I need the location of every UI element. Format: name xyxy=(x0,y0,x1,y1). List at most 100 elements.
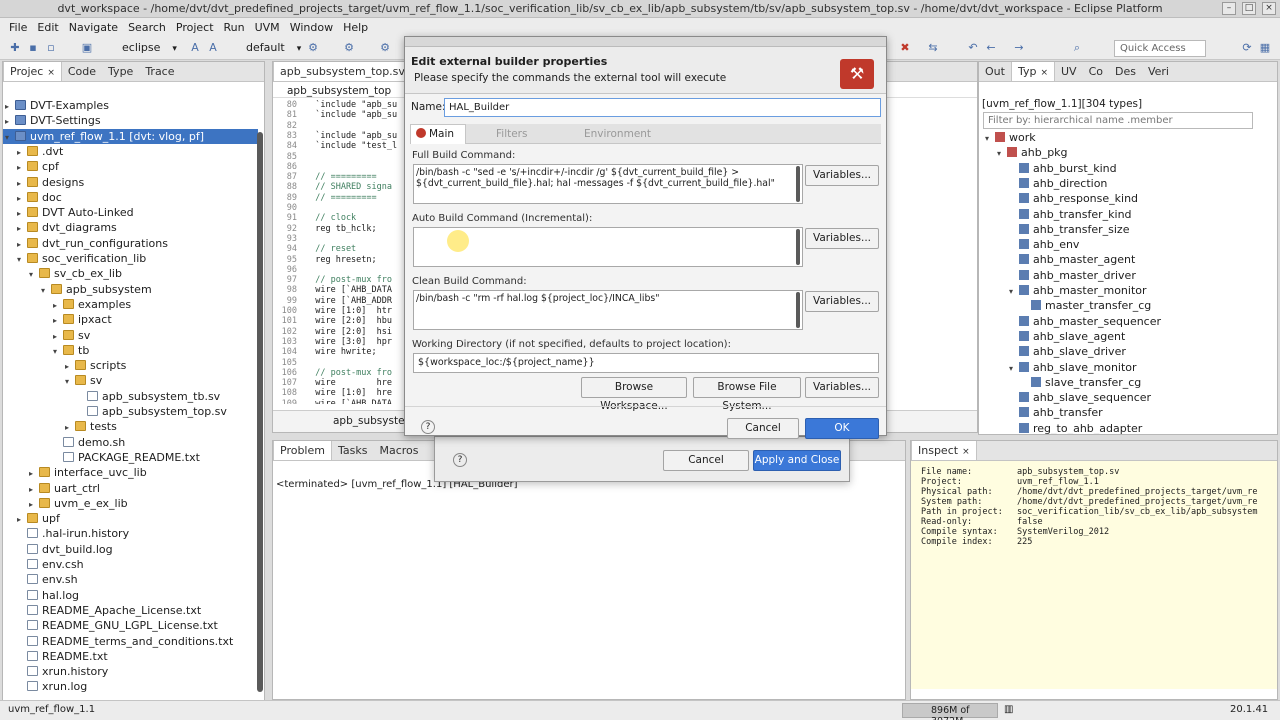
code-line[interactable]: 81 `include "apb_su xyxy=(273,110,397,120)
new-icon[interactable]: ✚ xyxy=(8,41,22,55)
type-tree-item[interactable]: ▾ work xyxy=(985,130,1036,145)
code-line[interactable]: 88 // SHARED signa xyxy=(273,182,392,192)
close-icon[interactable]: × xyxy=(1262,2,1276,15)
code-line[interactable]: 84 `include "test_l xyxy=(273,141,397,151)
working-dir-input[interactable]: ${workspace_loc:/${project_name}} xyxy=(413,353,879,373)
code-line[interactable]: 98 wire [`AHB_DATA xyxy=(273,285,392,295)
menu-edit[interactable]: Edit xyxy=(32,21,63,34)
memory-bar[interactable]: 896M of 3072M xyxy=(902,703,998,720)
project-tree-item[interactable]: xrun.history xyxy=(17,664,108,679)
types-filter-input[interactable]: Filter by: hierarchical name .member xyxy=(983,112,1253,129)
code-line[interactable]: 104 wire hwrite; xyxy=(273,347,377,357)
code-line[interactable]: 99 wire [`AHB_ADDR xyxy=(273,296,392,306)
tab-tasks[interactable]: Tasks xyxy=(332,441,373,460)
scrollbar[interactable] xyxy=(257,132,263,692)
code-line[interactable]: 107 wire hre xyxy=(273,378,392,388)
terminal-icon[interactable]: ▣ xyxy=(80,41,94,55)
project-tree-item[interactable]: ▸ uart_ctrl xyxy=(29,481,100,496)
full-build-variables-button[interactable]: Variables... xyxy=(805,165,879,186)
type-tree-item[interactable]: ahb_master_agent xyxy=(1009,252,1135,267)
code-line[interactable]: 85 xyxy=(273,152,305,162)
code-line[interactable]: 94 // reset xyxy=(273,244,356,254)
project-tree-item[interactable]: apb_subsystem_top.sv xyxy=(77,404,227,419)
project-tree-item[interactable]: ▸ .dvt xyxy=(17,144,63,159)
code-line[interactable]: 93 xyxy=(273,234,305,244)
clean-build-input[interactable]: /bin/bash -c "rm -rf hal.log ${project_l… xyxy=(413,290,803,330)
type-tree-item[interactable]: master_transfer_cg xyxy=(1021,298,1151,313)
gc-icon[interactable]: ▥ xyxy=(1004,704,1013,715)
ok-button[interactable]: OK xyxy=(805,418,879,439)
font-increase-icon[interactable]: A xyxy=(188,41,202,55)
code-line[interactable]: 103 wire [3:0] hpr xyxy=(273,337,392,347)
tab-type[interactable]: Type xyxy=(102,62,139,81)
tab-problems[interactable]: Problem xyxy=(273,441,332,460)
project-tree-item[interactable]: demo.sh xyxy=(53,435,125,450)
expand-toggle-icon[interactable]: ▸ xyxy=(29,482,39,497)
code-line[interactable]: 97 // post-mux fro xyxy=(273,275,392,285)
type-tree-item[interactable]: ahb_master_sequencer xyxy=(1009,314,1161,329)
project-tree-item[interactable]: ▸ scripts xyxy=(65,358,126,373)
maximize-icon[interactable]: □ xyxy=(1242,2,1256,15)
expand-toggle-icon[interactable]: ▸ xyxy=(29,466,39,481)
expand-toggle-icon[interactable]: ▸ xyxy=(5,99,15,114)
expand-toggle-icon[interactable]: ▾ xyxy=(53,344,63,359)
browse-workspace-button[interactable]: Browse Workspace... xyxy=(581,377,687,412)
project-tree-item[interactable]: apb_subsystem_tb.sv xyxy=(77,389,220,404)
prev-edit-icon[interactable]: ↶ xyxy=(966,41,980,55)
code-line[interactable]: 100 wire [1:0] htr xyxy=(273,306,392,316)
project-tree-item[interactable]: ▸ uvm_e_ex_lib xyxy=(29,496,128,511)
expand-toggle-icon[interactable]: ▸ xyxy=(53,298,63,313)
save-icon[interactable]: ▪ xyxy=(26,41,40,55)
auto-build-variables-button[interactable]: Variables... xyxy=(805,228,879,249)
refresh-icon[interactable]: ⟳ xyxy=(1240,41,1254,55)
search-icon[interactable]: ⌕ xyxy=(1070,41,1084,55)
project-tree-item[interactable]: ▾ apb_subsystem xyxy=(41,282,152,297)
working-dir-variables-button[interactable]: Variables... xyxy=(805,377,879,398)
menu-file[interactable]: File xyxy=(4,21,32,34)
code-line[interactable]: 108 wire [1:0] hre xyxy=(273,388,392,398)
tab-uvm[interactable]: UV xyxy=(1055,62,1083,81)
type-tree-item[interactable]: ahb_slave_agent xyxy=(1009,329,1125,344)
menu-navigate[interactable]: Navigate xyxy=(64,21,123,34)
type-tree-item[interactable]: ahb_transfer_kind xyxy=(1009,207,1132,222)
type-tree-item[interactable]: ahb_slave_sequencer xyxy=(1009,390,1151,405)
back-icon[interactable]: ← xyxy=(984,41,998,55)
run-icon[interactable]: ⚙ xyxy=(342,41,356,55)
type-tree-item[interactable]: ahb_response_kind xyxy=(1009,191,1138,206)
project-tree-item[interactable]: README.txt xyxy=(17,649,108,664)
expand-toggle-icon[interactable]: ▾ xyxy=(29,267,39,282)
project-tree-item[interactable]: ▸ interface_uvc_lib xyxy=(29,465,147,480)
tab-project-explorer[interactable]: Projec × xyxy=(3,62,62,81)
project-tree-item[interactable]: ▸ DVT-Settings xyxy=(5,113,101,128)
auto-build-input[interactable] xyxy=(413,227,803,267)
code-line[interactable]: 105 xyxy=(273,358,305,368)
perspective-icon[interactable]: ▦ xyxy=(1258,41,1272,55)
code-line[interactable]: 109 wire [`AHB_DATA xyxy=(273,399,392,404)
project-tree-item[interactable]: env.csh xyxy=(17,557,84,572)
menu-search[interactable]: Search xyxy=(123,21,171,34)
type-tree-item[interactable]: ahb_slave_driver xyxy=(1009,344,1126,359)
font-decrease-icon[interactable]: A xyxy=(206,41,220,55)
project-tree-item[interactable]: ▸ dvt_run_configurations xyxy=(17,236,168,251)
project-tree-item[interactable]: README_terms_and_conditions.txt xyxy=(17,634,233,649)
expand-toggle-icon[interactable]: ▸ xyxy=(17,221,27,236)
expand-toggle-icon[interactable]: ▾ xyxy=(5,130,15,145)
project-tree-item[interactable]: ▾ sv xyxy=(65,373,102,388)
type-tree-item[interactable]: ahb_transfer xyxy=(1009,405,1103,420)
nav-icon[interactable]: ⇆ xyxy=(926,41,940,55)
menu-project[interactable]: Project xyxy=(171,21,219,34)
menu-window[interactable]: Window xyxy=(285,21,338,34)
type-tree-item[interactable]: ahb_master_driver xyxy=(1009,268,1136,283)
project-tree-item[interactable]: ▸ tests xyxy=(65,419,117,434)
code-line[interactable]: 86 xyxy=(273,162,305,172)
config-combo[interactable]: default xyxy=(232,40,301,56)
perspective-combo[interactable]: eclipse xyxy=(108,40,177,56)
project-tree-item[interactable]: .hal-irun.history xyxy=(17,526,129,541)
code-line[interactable]: 89 // ========= xyxy=(273,193,377,203)
expand-toggle-icon[interactable]: ▾ xyxy=(985,131,995,146)
dialog-help-icon[interactable]: ? xyxy=(421,420,435,434)
code-line[interactable]: 106 // post-mux fro xyxy=(273,368,392,378)
code-line[interactable]: 91 // clock xyxy=(273,213,356,223)
expand-toggle-icon[interactable]: ▸ xyxy=(17,145,27,160)
parent-cancel-button[interactable]: Cancel xyxy=(663,450,749,471)
